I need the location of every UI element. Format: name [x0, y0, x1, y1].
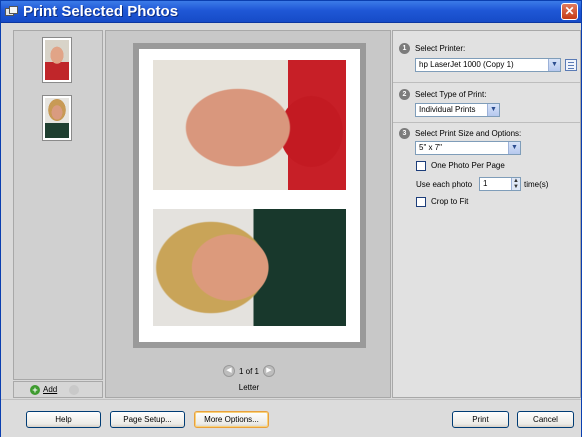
print-size-value: 5" x 7"	[419, 143, 443, 152]
window-title: Print Selected Photos	[23, 3, 179, 20]
print-size-label: Select Print Size and Options:	[415, 129, 522, 138]
photo-count-stepper[interactable]: 1 ▲ ▼	[479, 177, 521, 191]
page-sheet	[139, 49, 360, 342]
photo-count-value: 1	[483, 179, 488, 188]
times-suffix: time(s)	[524, 180, 549, 189]
next-page-icon[interactable]: ▶	[263, 365, 275, 377]
crop-to-fit-label: Crop to Fit	[431, 197, 469, 206]
close-button[interactable]: ✕	[561, 3, 578, 20]
thumbnail-list[interactable]	[13, 30, 103, 380]
remove-icon[interactable]	[69, 384, 80, 395]
one-photo-per-page-label: One Photo Per Page	[431, 161, 505, 170]
print-type-value: Individual Prints	[419, 105, 476, 114]
chevron-down-icon[interactable]: ▼	[487, 104, 499, 116]
step-number-icon: 3	[399, 128, 410, 139]
step-type-of-print: 2 Select Type of Print:	[399, 89, 486, 100]
preview-photo-2	[153, 209, 346, 326]
print-size-dropdown[interactable]: 5" x 7" ▼	[415, 141, 521, 155]
select-printer-label: Select Printer:	[415, 44, 466, 53]
page-setup-button[interactable]: Page Setup...	[110, 411, 185, 428]
title-bar[interactable]: Print Selected Photos ✕	[1, 1, 581, 23]
crop-to-fit-checkbox[interactable]	[416, 197, 426, 207]
stepper-arrows-icon[interactable]: ▲ ▼	[511, 178, 520, 190]
cancel-button[interactable]: Cancel	[517, 411, 574, 428]
print-preview: ◀ 1 of 1 ▶ Letter	[105, 30, 391, 398]
print-button[interactable]: Print	[452, 411, 509, 428]
chevron-down-icon[interactable]: ▼	[508, 142, 520, 154]
one-photo-per-page-checkbox[interactable]	[416, 161, 426, 171]
step-number-icon: 2	[399, 89, 410, 100]
printer-value: hp LaserJet 1000 (Copy 1)	[419, 60, 514, 69]
print-dialog: Print Selected Photos ✕ + Add ◀ 1 of 1 ▶…	[0, 0, 582, 437]
divider	[393, 82, 580, 83]
page-preview	[133, 43, 366, 348]
thumbnail-photo-1[interactable]	[42, 37, 72, 83]
step-number-icon: 1	[399, 43, 410, 54]
page-navigator: ◀ 1 of 1 ▶	[106, 365, 392, 377]
add-icon[interactable]: +	[30, 384, 40, 395]
print-options-panel: 1 Select Printer: hp LaserJet 1000 (Copy…	[392, 30, 581, 398]
printer-properties-icon[interactable]	[565, 59, 577, 71]
help-button[interactable]: Help	[26, 411, 101, 428]
divider	[393, 122, 580, 123]
step-print-size: 3 Select Print Size and Options:	[399, 128, 521, 139]
use-each-photo-label: Use each photo	[416, 180, 473, 189]
photo-thumbnail	[45, 98, 69, 138]
preview-photo-1	[153, 60, 346, 190]
print-photos-icon	[5, 5, 19, 18]
printer-dropdown[interactable]: hp LaserJet 1000 (Copy 1) ▼	[415, 58, 561, 72]
dialog-footer: Help Page Setup... More Options... Print…	[1, 399, 581, 437]
add-button[interactable]: Add	[43, 385, 57, 394]
paper-size-label: Letter	[238, 383, 260, 392]
previous-page-icon[interactable]: ◀	[222, 365, 235, 377]
thumbnail-photo-2[interactable]	[42, 95, 72, 141]
page-indicator: 1 of 1	[238, 366, 259, 376]
chevron-down-icon[interactable]: ▼	[548, 59, 560, 71]
type-of-print-label: Select Type of Print:	[415, 90, 487, 99]
print-type-dropdown[interactable]: Individual Prints ▼	[415, 103, 500, 117]
step-select-printer: 1 Select Printer:	[399, 43, 465, 54]
thumbnail-toolbar: + Add	[13, 381, 103, 398]
more-options-button[interactable]: More Options...	[194, 411, 269, 428]
photo-thumbnail	[45, 40, 69, 80]
